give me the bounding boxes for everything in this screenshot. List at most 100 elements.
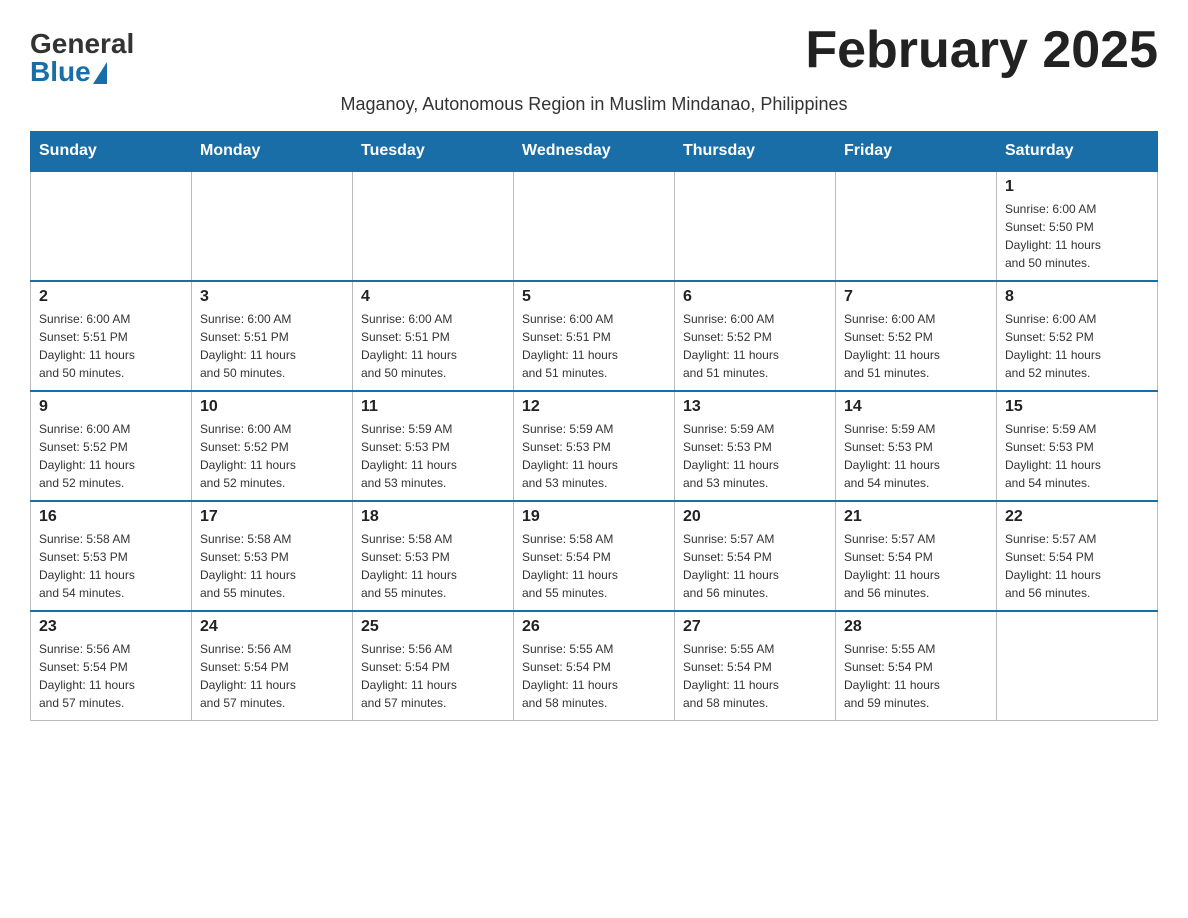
day-info: Sunrise: 5:58 AM Sunset: 5:53 PM Dayligh… [200, 530, 344, 602]
calendar-cell [514, 171, 675, 281]
day-info: Sunrise: 5:56 AM Sunset: 5:54 PM Dayligh… [200, 640, 344, 712]
day-number: 23 [39, 618, 183, 636]
day-number: 18 [361, 508, 505, 526]
day-info: Sunrise: 5:57 AM Sunset: 5:54 PM Dayligh… [844, 530, 988, 602]
day-info: Sunrise: 6:00 AM Sunset: 5:51 PM Dayligh… [39, 310, 183, 382]
day-info: Sunrise: 5:59 AM Sunset: 5:53 PM Dayligh… [361, 420, 505, 492]
calendar-cell: 27 Sunrise: 5:55 AM Sunset: 5:54 PM Dayli… [675, 611, 836, 721]
calendar-cell: 28 Sunrise: 5:55 AM Sunset: 5:54 PM Dayli… [836, 611, 997, 721]
day-info: Sunrise: 5:55 AM Sunset: 5:54 PM Dayligh… [844, 640, 988, 712]
day-number: 17 [200, 508, 344, 526]
calendar-cell: 24 Sunrise: 5:56 AM Sunset: 5:54 PM Dayli… [192, 611, 353, 721]
logo-blue-text: Blue [30, 58, 107, 86]
calendar-cell: 14 Sunrise: 5:59 AM Sunset: 5:53 PM Dayli… [836, 391, 997, 501]
day-info: Sunrise: 5:57 AM Sunset: 5:54 PM Dayligh… [1005, 530, 1149, 602]
day-number: 25 [361, 618, 505, 636]
day-info: Sunrise: 6:00 AM Sunset: 5:52 PM Dayligh… [39, 420, 183, 492]
calendar-header-sunday: Sunday [31, 132, 192, 172]
calendar-cell: 22 Sunrise: 5:57 AM Sunset: 5:54 PM Dayli… [997, 501, 1158, 611]
calendar-cell: 9 Sunrise: 6:00 AM Sunset: 5:52 PM Daylig… [31, 391, 192, 501]
day-number: 20 [683, 508, 827, 526]
calendar-week-5: 23 Sunrise: 5:56 AM Sunset: 5:54 PM Dayli… [31, 611, 1158, 721]
calendar-cell: 3Sunrise: 6:00 AM Sunset: 5:51 PM Daylig… [192, 281, 353, 391]
day-info: Sunrise: 5:59 AM Sunset: 5:53 PM Dayligh… [522, 420, 666, 492]
month-title: February 2025 [805, 20, 1158, 80]
day-info: Sunrise: 6:00 AM Sunset: 5:51 PM Dayligh… [522, 310, 666, 382]
calendar-cell: 5 Sunrise: 6:00 AM Sunset: 5:51 PM Daylig… [514, 281, 675, 391]
logo-general-text: General [30, 30, 134, 58]
calendar-subtitle: Maganoy, Autonomous Region in Muslim Min… [30, 94, 1158, 115]
day-info: Sunrise: 5:59 AM Sunset: 5:53 PM Dayligh… [844, 420, 988, 492]
calendar-cell: 13 Sunrise: 5:59 AM Sunset: 5:53 PM Dayli… [675, 391, 836, 501]
day-number: 4 [361, 288, 505, 306]
day-number: 2 [39, 288, 183, 306]
day-number: 22 [1005, 508, 1149, 526]
day-number: 5 [522, 288, 666, 306]
day-info: Sunrise: 6:00 AM Sunset: 5:50 PM Dayligh… [1005, 200, 1149, 272]
calendar-cell: 6 Sunrise: 6:00 AM Sunset: 5:52 PM Daylig… [675, 281, 836, 391]
calendar-cell: 20Sunrise: 5:57 AM Sunset: 5:54 PM Dayli… [675, 501, 836, 611]
day-info: Sunrise: 5:56 AM Sunset: 5:54 PM Dayligh… [361, 640, 505, 712]
day-info: Sunrise: 5:59 AM Sunset: 5:53 PM Dayligh… [683, 420, 827, 492]
calendar-cell: 21 Sunrise: 5:57 AM Sunset: 5:54 PM Dayli… [836, 501, 997, 611]
day-number: 28 [844, 618, 988, 636]
day-number: 15 [1005, 398, 1149, 416]
day-info: Sunrise: 5:55 AM Sunset: 5:54 PM Dayligh… [522, 640, 666, 712]
calendar-cell [997, 611, 1158, 721]
calendar-cell: 18 Sunrise: 5:58 AM Sunset: 5:53 PM Dayli… [353, 501, 514, 611]
day-info: Sunrise: 6:00 AM Sunset: 5:51 PM Dayligh… [361, 310, 505, 382]
day-info: Sunrise: 6:00 AM Sunset: 5:52 PM Dayligh… [683, 310, 827, 382]
day-info: Sunrise: 6:00 AM Sunset: 5:51 PM Dayligh… [200, 310, 344, 382]
day-info: Sunrise: 5:59 AM Sunset: 5:53 PM Dayligh… [1005, 420, 1149, 492]
calendar-header-tuesday: Tuesday [353, 132, 514, 172]
day-info: Sunrise: 6:00 AM Sunset: 5:52 PM Dayligh… [200, 420, 344, 492]
day-number: 14 [844, 398, 988, 416]
day-number: 13 [683, 398, 827, 416]
calendar-cell: 2 Sunrise: 6:00 AM Sunset: 5:51 PM Daylig… [31, 281, 192, 391]
day-info: Sunrise: 5:55 AM Sunset: 5:54 PM Dayligh… [683, 640, 827, 712]
day-number: 16 [39, 508, 183, 526]
calendar-week-1: 1 Sunrise: 6:00 AM Sunset: 5:50 PM Daylig… [31, 171, 1158, 281]
calendar-cell: 17 Sunrise: 5:58 AM Sunset: 5:53 PM Dayli… [192, 501, 353, 611]
day-info: Sunrise: 5:56 AM Sunset: 5:54 PM Dayligh… [39, 640, 183, 712]
calendar-header-thursday: Thursday [675, 132, 836, 172]
calendar-header-saturday: Saturday [997, 132, 1158, 172]
day-number: 12 [522, 398, 666, 416]
logo: General Blue [30, 30, 134, 86]
day-number: 24 [200, 618, 344, 636]
page-header: General Blue February 2025 [30, 20, 1158, 86]
day-number: 21 [844, 508, 988, 526]
day-info: Sunrise: 5:58 AM Sunset: 5:53 PM Dayligh… [361, 530, 505, 602]
calendar-cell: 11 Sunrise: 5:59 AM Sunset: 5:53 PM Dayli… [353, 391, 514, 501]
calendar-header-friday: Friday [836, 132, 997, 172]
calendar-cell [31, 171, 192, 281]
calendar-table: SundayMondayTuesdayWednesdayThursdayFrid… [30, 131, 1158, 721]
calendar-cell: 19Sunrise: 5:58 AM Sunset: 5:54 PM Dayli… [514, 501, 675, 611]
day-number: 6 [683, 288, 827, 306]
calendar-cell: 10 Sunrise: 6:00 AM Sunset: 5:52 PM Dayli… [192, 391, 353, 501]
day-number: 8 [1005, 288, 1149, 306]
calendar-header-wednesday: Wednesday [514, 132, 675, 172]
day-number: 9 [39, 398, 183, 416]
calendar-week-3: 9 Sunrise: 6:00 AM Sunset: 5:52 PM Daylig… [31, 391, 1158, 501]
calendar-cell [675, 171, 836, 281]
calendar-header-row: SundayMondayTuesdayWednesdayThursdayFrid… [31, 132, 1158, 172]
calendar-week-4: 16 Sunrise: 5:58 AM Sunset: 5:53 PM Dayli… [31, 501, 1158, 611]
calendar-cell: 25 Sunrise: 5:56 AM Sunset: 5:54 PM Dayli… [353, 611, 514, 721]
day-number: 7 [844, 288, 988, 306]
calendar-cell: 23 Sunrise: 5:56 AM Sunset: 5:54 PM Dayli… [31, 611, 192, 721]
calendar-cell: 26Sunrise: 5:55 AM Sunset: 5:54 PM Dayli… [514, 611, 675, 721]
day-number: 27 [683, 618, 827, 636]
calendar-cell: 16 Sunrise: 5:58 AM Sunset: 5:53 PM Dayli… [31, 501, 192, 611]
day-number: 1 [1005, 178, 1149, 196]
calendar-header-monday: Monday [192, 132, 353, 172]
day-number: 19 [522, 508, 666, 526]
calendar-cell: 1 Sunrise: 6:00 AM Sunset: 5:50 PM Daylig… [997, 171, 1158, 281]
day-info: Sunrise: 5:58 AM Sunset: 5:53 PM Dayligh… [39, 530, 183, 602]
calendar-cell [192, 171, 353, 281]
day-number: 10 [200, 398, 344, 416]
calendar-cell: 15 Sunrise: 5:59 AM Sunset: 5:53 PM Dayli… [997, 391, 1158, 501]
logo-triangle-icon [93, 62, 107, 84]
day-info: Sunrise: 6:00 AM Sunset: 5:52 PM Dayligh… [844, 310, 988, 382]
day-number: 11 [361, 398, 505, 416]
